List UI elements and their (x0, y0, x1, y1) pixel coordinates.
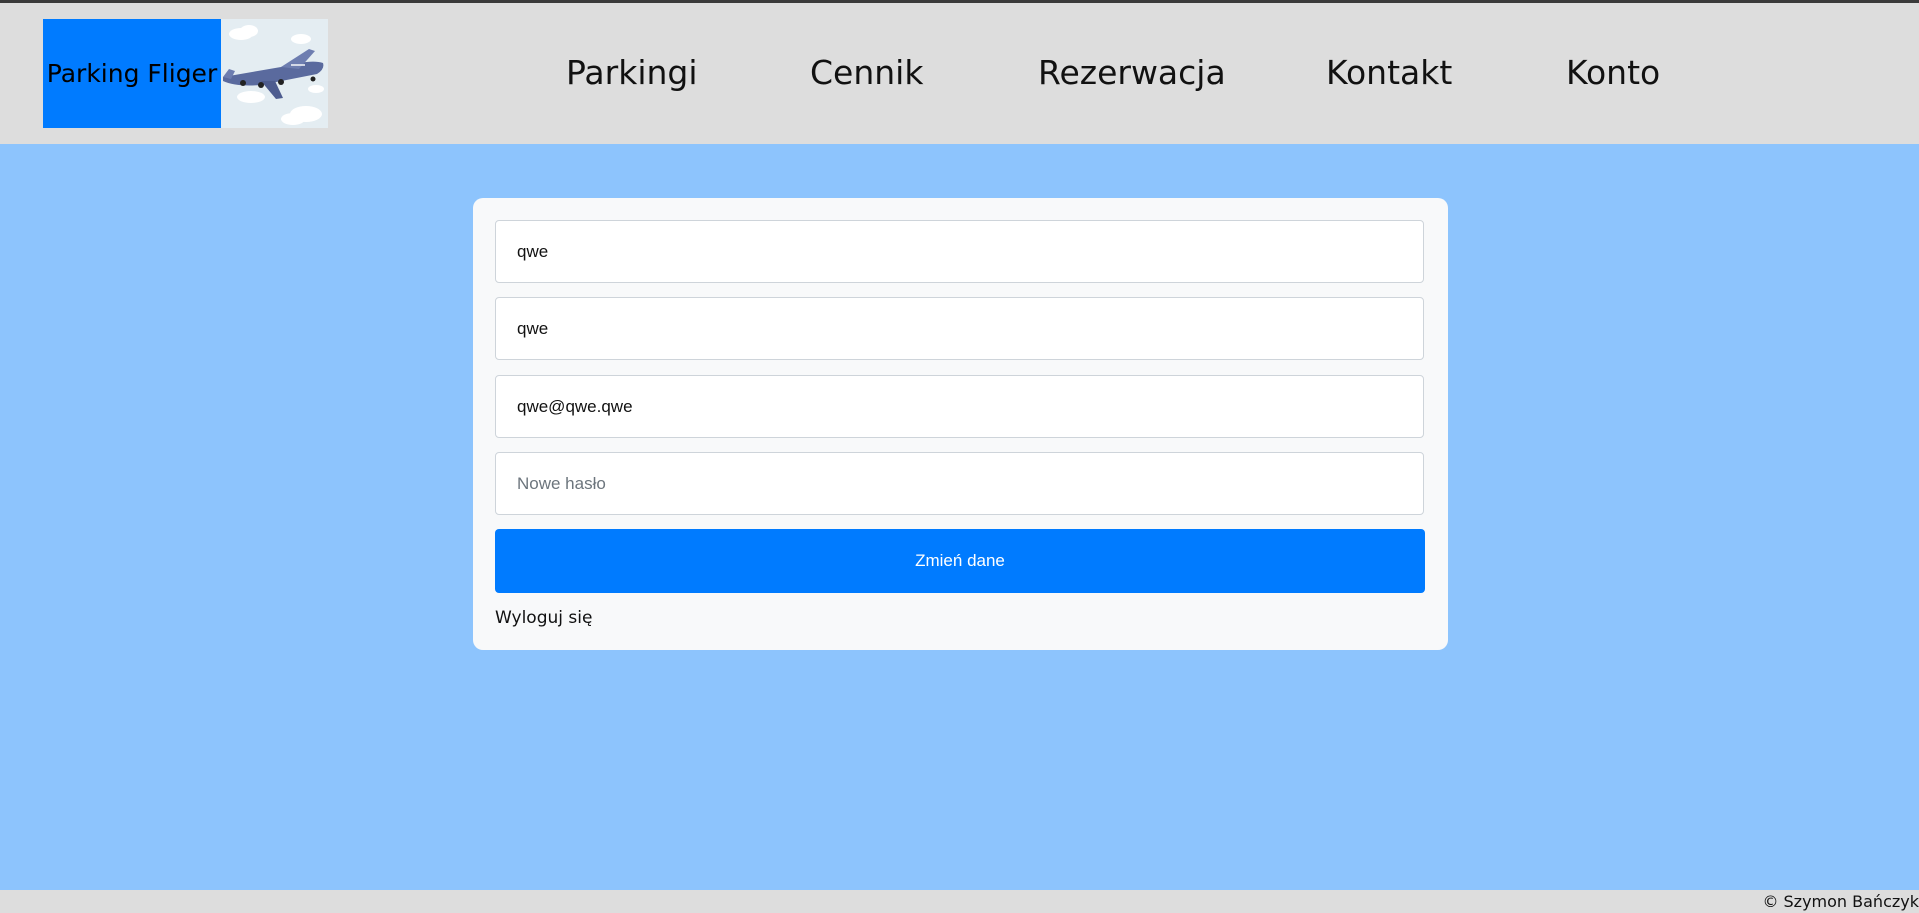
nav-konto[interactable]: Konto (1566, 53, 1660, 92)
nav-parkingi[interactable]: Parkingi (566, 53, 698, 92)
change-data-button[interactable]: Zmień dane (495, 529, 1425, 593)
last-name-field[interactable] (495, 297, 1424, 360)
email-field[interactable] (495, 375, 1424, 438)
logout-link[interactable]: Wyloguj się (495, 608, 592, 628)
main-nav: Parkingi Cennik Rezerwacja Kontakt Konto (0, 3, 1919, 144)
nav-rezerwacja[interactable]: Rezerwacja (1038, 53, 1226, 92)
site-footer: © Szymon Bańczyk (0, 890, 1919, 913)
new-password-field[interactable] (495, 452, 1424, 515)
nav-cennik[interactable]: Cennik (810, 53, 923, 92)
copyright-text: © Szymon Bańczyk (1762, 892, 1919, 911)
first-name-field[interactable] (495, 220, 1424, 283)
account-form-card: Zmień dane Wyloguj się (473, 198, 1448, 650)
nav-kontakt[interactable]: Kontakt (1326, 53, 1452, 92)
